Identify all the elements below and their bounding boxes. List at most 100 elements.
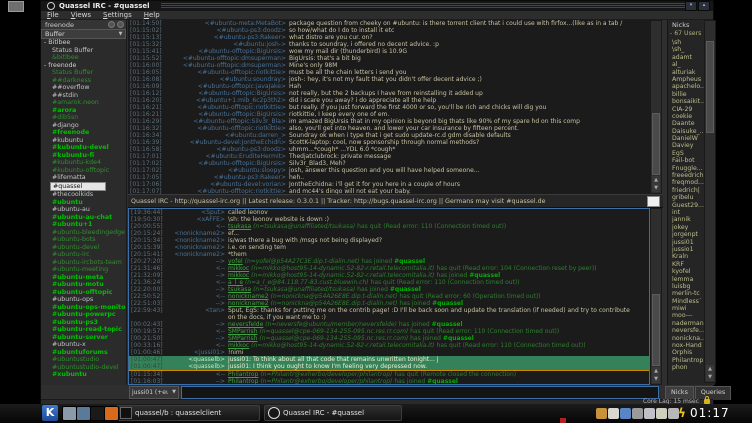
nick-item[interactable]: al_ bbox=[668, 61, 704, 68]
sidebar-item-ubuntuofftopic[interactable]: #ubuntu-offtopic bbox=[41, 289, 126, 297]
sidebar-item-ubuntuauchat[interactable]: #ubuntu-au-chat bbox=[41, 214, 126, 222]
nick-item[interactable]: Mindless` bbox=[668, 298, 704, 305]
nick-item[interactable]: Ampheus bbox=[668, 76, 704, 83]
terminal-icon[interactable] bbox=[90, 406, 105, 421]
sidebar-item-django[interactable]: #django bbox=[41, 122, 126, 130]
sidebar-network[interactable]: - freenode bbox=[41, 62, 126, 70]
firefox-icon[interactable] bbox=[104, 406, 119, 421]
nick-item[interactable]: freqmod... bbox=[668, 179, 704, 186]
nick-item[interactable]: \sh_ bbox=[668, 46, 704, 53]
sidebar-item-ubuntudevel[interactable]: #ubuntu-devel bbox=[41, 244, 126, 252]
nick-item[interactable]: Daante bbox=[668, 120, 704, 127]
sidebar-network[interactable]: - Bitlbee bbox=[41, 39, 126, 47]
nick-item[interactable]: nox-Hand bbox=[668, 342, 704, 349]
disc-icon[interactable] bbox=[644, 408, 655, 419]
volume-icon[interactable] bbox=[668, 408, 679, 419]
sidebar-item-kubuntukde4[interactable]: #kubuntu-kde4 bbox=[41, 159, 126, 167]
maximize-button[interactable]: ▴ bbox=[698, 1, 710, 11]
nick-item[interactable]: jussi01 bbox=[668, 239, 704, 246]
nick-scrollbar[interactable]: ▲▼ bbox=[704, 20, 716, 383]
sidebar-item-xubuntu[interactable]: #xubuntu bbox=[41, 371, 126, 379]
mail-icon[interactable] bbox=[656, 408, 667, 419]
channel-scrollbar[interactable]: ▲▼ bbox=[650, 208, 662, 385]
buffer-collapse-toggle-icon[interactable] bbox=[117, 21, 124, 28]
chat-monitor-pane[interactable]: [01:14:50]<#ubuntu-meta:MetaBot>package … bbox=[128, 20, 651, 194]
k-menu-icon[interactable]: K bbox=[42, 405, 58, 421]
sidebar-item-bitlbee[interactable]: &bitlbee bbox=[41, 54, 126, 62]
minimize-button[interactable]: ▾ bbox=[685, 1, 697, 11]
sidebar-item-ubuntubleedingedge[interactable]: #ubuntu-bleedingedge bbox=[41, 229, 126, 237]
nick-item[interactable]: coekie bbox=[668, 113, 704, 120]
sidebar-item-ubuntumotu[interactable]: #ubuntu-motu bbox=[41, 281, 126, 289]
scroll-arrows-icon[interactable]: ▲▼ bbox=[706, 365, 714, 381]
sidebar-item-ubuntumeta[interactable]: #ubuntu-meta bbox=[41, 274, 126, 282]
nick-item[interactable]: jokey bbox=[668, 224, 704, 231]
nick-item[interactable]: neversfe... bbox=[668, 327, 704, 334]
menu-settings[interactable]: Settings bbox=[103, 11, 132, 20]
nick-item[interactable]: int bbox=[668, 209, 704, 216]
sidebar-item-ubuntuirc[interactable]: #ubuntu-irc bbox=[41, 251, 126, 259]
nick-item[interactable]: KRF bbox=[668, 261, 704, 268]
nick-item[interactable]: freeedrich| bbox=[668, 172, 704, 179]
sidebar-item-thecoolkids[interactable]: #thecoolkids bbox=[41, 191, 126, 199]
klipper-icon[interactable] bbox=[620, 408, 631, 419]
nick-item[interactable]: nonickna... bbox=[668, 335, 704, 342]
nick-item[interactable]: Guest29... bbox=[668, 202, 704, 209]
computer-icon[interactable] bbox=[62, 406, 77, 421]
sidebar-item-ubuntureadtopic[interactable]: #ubuntu-read-topic bbox=[41, 326, 126, 334]
displays-icon[interactable] bbox=[76, 406, 91, 421]
sidebar-item-ubuntuircbotsteam[interactable]: #ubuntu-ircbots-team bbox=[41, 259, 126, 267]
nick-item[interactable]: Fnuggle... bbox=[668, 165, 704, 172]
nick-item[interactable]: jussio1 bbox=[668, 246, 704, 253]
nick-item[interactable]: adamt bbox=[668, 54, 704, 61]
sidebar-item-ubuntustudiodevel[interactable]: #ubuntustudio-devel bbox=[41, 364, 126, 372]
menu-views[interactable]: Views bbox=[71, 11, 91, 20]
sidebar-item-ubuntumeeting[interactable]: #ubuntu-meeting bbox=[41, 266, 126, 274]
titlebar[interactable]: Quassel IRC - #quassel ▾ ▴ bbox=[41, 1, 713, 11]
battery-bolt-icon[interactable]: ϟ bbox=[678, 406, 686, 420]
pen-icon[interactable] bbox=[632, 408, 643, 419]
nick-item[interactable]: alturiak bbox=[668, 69, 704, 76]
nick-item[interactable]: CIA-29 bbox=[668, 106, 704, 113]
sidebar-item-statusbuffer[interactable]: Status Buffer bbox=[41, 47, 126, 55]
sidebar-item-stdin[interactable]: ##stdin bbox=[41, 92, 126, 100]
nick-item[interactable]: \sh bbox=[668, 39, 704, 46]
sidebar-item-kubuntu[interactable]: #kubuntu bbox=[41, 137, 126, 145]
nick-item[interactable]: DanielW bbox=[668, 135, 704, 142]
sidebar-item-ubuntuopsmonitor[interactable]: #ubuntu-ops-monitor bbox=[41, 304, 126, 312]
nick-item[interactable]: phon bbox=[668, 364, 704, 371]
nick-item[interactable]: lemma bbox=[668, 276, 704, 283]
sidebar-item-quassel[interactable]: #quassel bbox=[50, 182, 106, 192]
tray-alert-icon[interactable] bbox=[560, 418, 566, 423]
nick-item[interactable]: Kraln bbox=[668, 253, 704, 260]
nick-item[interactable]: gribelu bbox=[668, 194, 704, 201]
scroll-arrows-icon[interactable]: ▲▼ bbox=[652, 367, 660, 383]
nick-item[interactable]: kyofel bbox=[668, 268, 704, 275]
sidebar-item-kubuntudevel[interactable]: #kubuntu-devel bbox=[41, 144, 126, 152]
buffer-filter-toggle-icon[interactable] bbox=[108, 21, 115, 28]
sidebar-item-statusbuffer[interactable]: Status Buffer bbox=[41, 69, 126, 77]
sidebar-item-ubuntu1[interactable]: #ubuntu+1 bbox=[41, 221, 126, 229]
nick-item[interactable]: apachelo... bbox=[668, 83, 704, 90]
briefcase-icon[interactable] bbox=[596, 408, 607, 419]
nick-item[interactable]: naderman bbox=[668, 320, 704, 327]
sidebar-item-arora[interactable]: #arora bbox=[41, 107, 126, 115]
sidebar-item-darkness[interactable]: ##darkness bbox=[41, 77, 126, 85]
taskbar-button-quassel[interactable]: Quassel IRC - #quassel bbox=[264, 405, 402, 421]
sidebar-item-lifematta[interactable]: #lifematta bbox=[41, 174, 126, 182]
nick-item[interactable]: merlin-tc bbox=[668, 290, 704, 297]
channel-chat-pane[interactable]: [19:36:44]<Sput>called leonov[19:50:30]<… bbox=[128, 208, 650, 385]
sidebar-item-ubuntux[interactable]: #ubuntu-x bbox=[41, 341, 126, 349]
sidebar-item-ubuntuops[interactable]: #ubuntu-ops bbox=[41, 296, 126, 304]
nick-item[interactable]: friedrich| bbox=[668, 187, 704, 194]
nick-item[interactable]: moo--- bbox=[668, 312, 704, 319]
sidebar-item-overflow[interactable]: ##overflow bbox=[41, 84, 126, 92]
sidebar-item-ubuntuforums[interactable]: #ubuntuforums bbox=[41, 349, 126, 357]
sidebar-item-ubuntupowerpc[interactable]: #ubuntu-powerpc bbox=[41, 311, 126, 319]
buffer-view-select[interactable]: Buffer ▼ bbox=[41, 29, 126, 39]
message-input[interactable] bbox=[181, 386, 659, 399]
own-nick-select[interactable]: jussi01 (+eui) ▼ bbox=[129, 386, 179, 399]
menu-help[interactable]: Help bbox=[144, 11, 160, 20]
tab-queries[interactable]: Queries bbox=[695, 386, 731, 400]
nick-item[interactable]: Philantrop bbox=[668, 357, 704, 364]
